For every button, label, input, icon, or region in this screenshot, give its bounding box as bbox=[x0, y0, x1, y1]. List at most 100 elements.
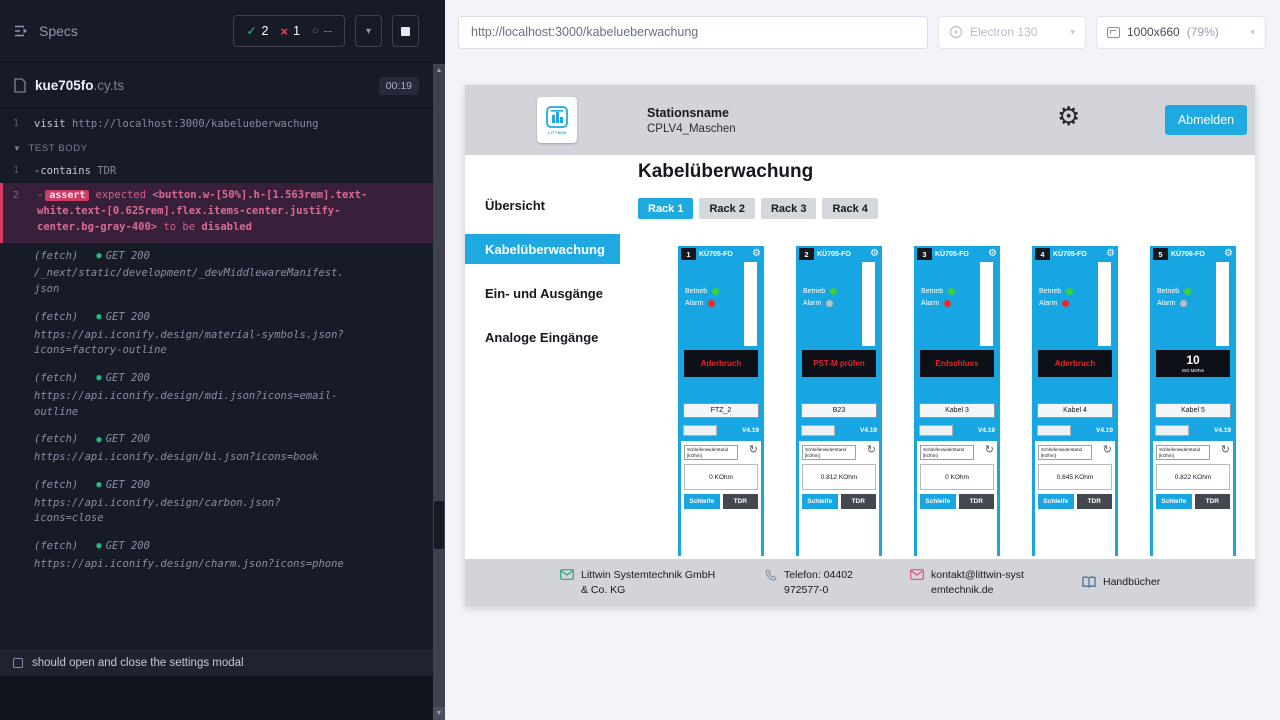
device-card-2: 2 KÜ705-FO ⚙ Betrieb Alarm bbox=[796, 246, 882, 556]
check-icon: ✓ bbox=[246, 24, 256, 38]
footer-manuals[interactable]: Handbücher bbox=[1082, 575, 1160, 589]
x-icon: × bbox=[280, 24, 288, 39]
fetch-log-entry[interactable]: (fetch)●GET 200 https://api.iconify.desi… bbox=[0, 426, 433, 472]
url-input[interactable]: http://localhost:3000/kabelueberwachung bbox=[458, 16, 928, 49]
measurement-label: Schleifenwiderstand [kOhm] bbox=[802, 445, 856, 460]
sidebar-item-kabelueberwachung[interactable]: Kabelüberwachung bbox=[465, 234, 620, 264]
specs-menu-button[interactable]: Specs bbox=[14, 23, 78, 39]
footer-phone[interactable]: Telefon: 04402 972577-0 bbox=[765, 568, 910, 596]
refresh-icon[interactable]: ↻ bbox=[1221, 445, 1230, 456]
app-footer: Littwin Systemtechnik GmbH & Co. KG Tele… bbox=[465, 559, 1255, 606]
stop-tests-button[interactable] bbox=[392, 15, 419, 47]
schleife-button[interactable]: Schleife bbox=[1038, 494, 1074, 509]
cable-indicator-strip bbox=[1098, 262, 1111, 346]
schleife-button[interactable]: Schleife bbox=[684, 494, 720, 509]
status-dot-icon: ● bbox=[96, 372, 101, 386]
test-body-header[interactable]: ▼ TEST BODY bbox=[0, 136, 433, 160]
fetch-url: https://api.iconify.design/material-symb… bbox=[34, 328, 344, 360]
cable-name: Kabel 4 bbox=[1037, 403, 1113, 418]
reporter-scrollbar[interactable]: ▲ ▼ bbox=[433, 64, 445, 720]
card-gear-icon[interactable]: ⚙ bbox=[1106, 249, 1115, 259]
viewport-select[interactable]: 1000x660 (79%) ▾ bbox=[1096, 16, 1266, 49]
alarm-message-box: Aderbruch bbox=[684, 350, 758, 377]
schleife-button[interactable]: Schleife bbox=[802, 494, 838, 509]
fetch-log-entry[interactable]: (fetch)●GET 200 https://api.iconify.desi… bbox=[0, 365, 433, 426]
aut-panel: http://localhost:3000/kabelueberwachung … bbox=[445, 0, 1280, 720]
refresh-icon[interactable]: ↻ bbox=[749, 445, 758, 456]
fetch-log-entry[interactable]: (fetch)●GET 200 https://api.iconify.desi… bbox=[0, 304, 433, 365]
sidebar-item-analoge-eingaenge[interactable]: Analoge Eingänge bbox=[465, 322, 620, 352]
card-number: 3 bbox=[917, 248, 932, 260]
firmware-version: V4.19 bbox=[742, 427, 759, 434]
card-gear-icon[interactable]: ⚙ bbox=[988, 249, 997, 259]
command-contains[interactable]: 1 -contains TDR bbox=[0, 160, 433, 183]
iso-value-box: 10 ISO MOhm bbox=[1156, 350, 1230, 377]
schleife-button[interactable]: Schleife bbox=[1156, 494, 1192, 509]
refresh-icon[interactable]: ↻ bbox=[985, 445, 994, 456]
alarm-message: Aderbruch bbox=[1055, 359, 1095, 368]
tdr-button[interactable]: TDR bbox=[959, 494, 995, 509]
test-stats[interactable]: ✓2 ×1 ○-- bbox=[233, 15, 345, 47]
card-gear-icon[interactable]: ⚙ bbox=[1224, 249, 1233, 259]
phone-icon bbox=[765, 569, 777, 581]
line-number: 1 bbox=[0, 164, 34, 179]
stat-failed: ×1 bbox=[280, 24, 300, 39]
tab-rack-1[interactable]: Rack 1 bbox=[638, 198, 693, 219]
tdr-button[interactable]: TDR bbox=[723, 494, 759, 509]
failed-assert-command[interactable]: 2 -assertexpected <button.w-[50%].h-[1.5… bbox=[0, 183, 433, 242]
tdr-button[interactable]: TDR bbox=[1077, 494, 1113, 509]
fetch-log-entry[interactable]: (fetch)●GET 200 https://api.iconify.desi… bbox=[0, 533, 433, 579]
card-gear-icon[interactable]: ⚙ bbox=[752, 249, 761, 259]
scrollbar-thumb[interactable] bbox=[434, 501, 444, 549]
tdr-button[interactable]: TDR bbox=[1195, 494, 1231, 509]
ver-field bbox=[1037, 425, 1071, 436]
book-icon bbox=[1082, 576, 1096, 588]
mail-icon bbox=[560, 569, 574, 580]
betrieb-label: Betrieb bbox=[803, 288, 825, 295]
scroll-up-icon[interactable]: ▲ bbox=[433, 64, 445, 77]
settings-gear-icon[interactable]: ⚙ bbox=[1057, 103, 1080, 129]
measurement-section: Schleifenwiderstand [kOhm]↻ 0 KOhm Schle… bbox=[917, 441, 997, 556]
card-model: KÜ705-FO bbox=[935, 251, 969, 258]
fetch-log-entry[interactable]: (fetch)●GET 200 https://api.iconify.desi… bbox=[0, 472, 433, 533]
alarm-label: Alarm bbox=[1157, 300, 1175, 307]
alarm-led bbox=[826, 300, 833, 307]
device-card-5: 5 KÜ706-FO ⚙ Betrieb Alarm bbox=[1150, 246, 1236, 556]
measurement-label: Schleifenwiderstand [kOhm] bbox=[1156, 445, 1210, 460]
refresh-icon[interactable]: ↻ bbox=[867, 445, 876, 456]
electron-icon bbox=[949, 25, 963, 39]
app-header: LITTWIN Stationsname CPLV4_Maschen ⚙ Abm… bbox=[465, 85, 1255, 155]
aut-stage: LITTWIN Stationsname CPLV4_Maschen ⚙ Abm… bbox=[445, 64, 1280, 720]
main-content: Kabelüberwachung Rack 1 Rack 2 Rack 3 Ra… bbox=[620, 155, 1255, 559]
card-gear-icon[interactable]: ⚙ bbox=[870, 249, 879, 259]
fetch-log-entry[interactable]: (fetch)●GET 200 /_next/static/developmen… bbox=[0, 243, 433, 304]
tab-rack-3[interactable]: Rack 3 bbox=[761, 198, 816, 219]
footer-email[interactable]: kontakt@littwin-systemtechnik.de bbox=[910, 568, 1082, 596]
card-model: KÜ705-FO bbox=[699, 251, 733, 258]
refresh-icon[interactable]: ↻ bbox=[1103, 445, 1112, 456]
fetch-url: https://api.iconify.design/charm.json?ic… bbox=[34, 557, 344, 573]
collapse-chevron-button[interactable]: ▾ bbox=[355, 15, 382, 47]
command-visit[interactable]: 1 visit http://localhost:3000/kabelueber… bbox=[0, 113, 433, 136]
schleife-button[interactable]: Schleife bbox=[920, 494, 956, 509]
tab-rack-4[interactable]: Rack 4 bbox=[822, 198, 877, 219]
sidebar-item-ein-und-ausgaenge[interactable]: Ein- und Ausgänge bbox=[465, 278, 620, 308]
tdr-button[interactable]: TDR bbox=[841, 494, 877, 509]
cable-name: Kabel 3 bbox=[919, 403, 995, 418]
browser-select[interactable]: Electron 130 ▾ bbox=[938, 16, 1086, 49]
alarm-led bbox=[944, 300, 951, 307]
littwin-logo-icon bbox=[546, 106, 568, 128]
measurement-section: Schleifenwiderstand [kOhm]↻ 0 KOhm Schle… bbox=[681, 441, 761, 556]
spec-file-icon bbox=[14, 78, 26, 93]
sidebar-item-uebersicht[interactable]: Übersicht bbox=[465, 190, 620, 220]
betrieb-label: Betrieb bbox=[685, 288, 707, 295]
station-label: Stationsname bbox=[647, 106, 736, 120]
scroll-down-icon[interactable]: ▼ bbox=[433, 707, 445, 720]
measurement-section: Schleifenwiderstand [kOhm]↻ 0.822 KOhm S… bbox=[1153, 441, 1233, 556]
tab-rack-2[interactable]: Rack 2 bbox=[699, 198, 754, 219]
test-body-label: TEST BODY bbox=[29, 143, 88, 154]
spec-file-row[interactable]: kue705fo.cy.ts 00:19 bbox=[0, 63, 433, 109]
firmware-version: V4.19 bbox=[978, 427, 995, 434]
next-test-row[interactable]: should open and close the settings modal bbox=[0, 649, 433, 676]
logout-button[interactable]: Abmelden bbox=[1165, 105, 1247, 135]
